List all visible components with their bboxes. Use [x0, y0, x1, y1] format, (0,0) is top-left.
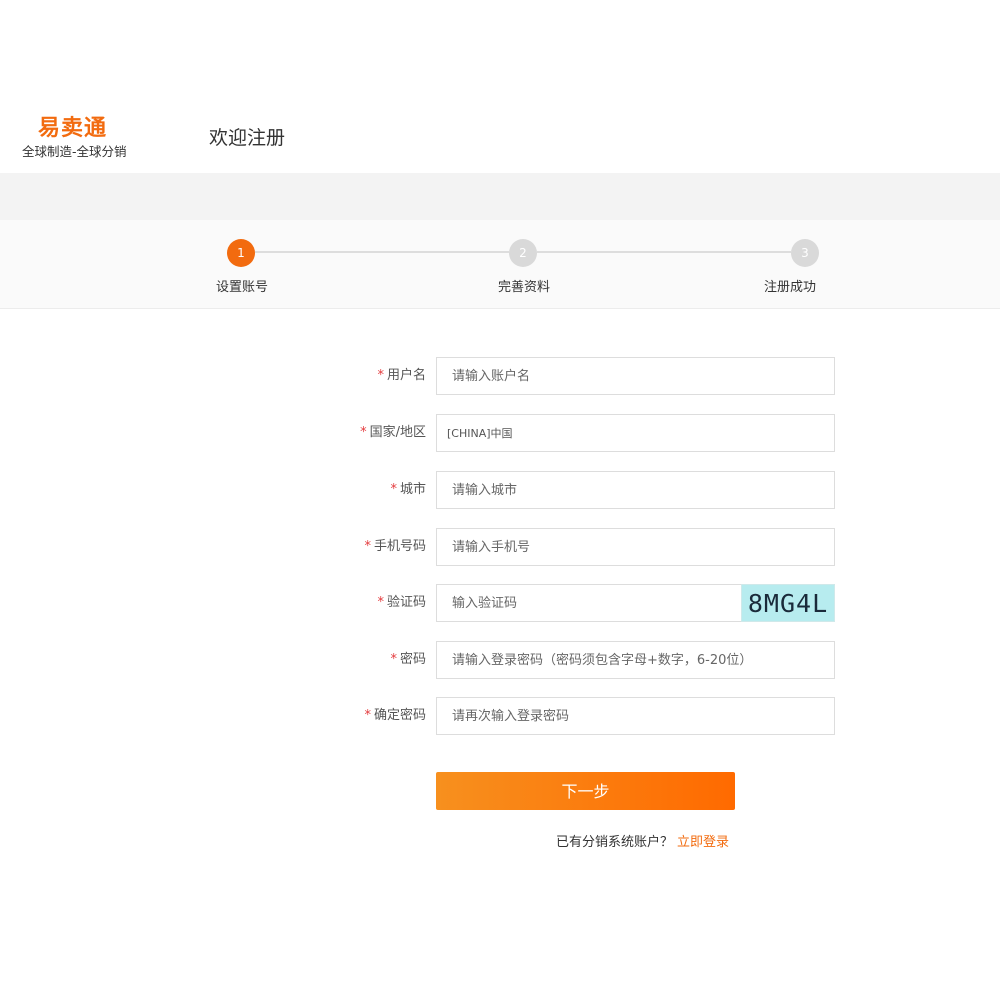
step-3-circle: 3	[791, 239, 819, 267]
password-row: * 密码	[0, 641, 1000, 679]
required-mark: *	[377, 595, 384, 610]
username-input[interactable]	[436, 357, 835, 395]
step-1-label: 设置账号	[215, 280, 268, 295]
required-mark: *	[377, 368, 384, 383]
captcha-label: * 验证码	[377, 584, 426, 622]
city-input[interactable]	[436, 471, 835, 509]
confirm-password-label: * 确定密码	[364, 697, 426, 735]
header: 易卖通 全球制造-全球分销 欢迎注册	[0, 0, 1000, 173]
required-mark: *	[364, 539, 371, 554]
step-2-circle: 2	[509, 239, 537, 267]
password-label: * 密码	[390, 641, 426, 679]
header-divider-band	[0, 173, 1000, 220]
username-label: * 用户名	[377, 357, 426, 395]
next-step-button[interactable]: 下一步	[436, 772, 735, 810]
step-2-label: 完善资料	[497, 280, 550, 295]
username-row: * 用户名	[0, 357, 1000, 395]
login-link[interactable]: 立即登录	[677, 835, 729, 850]
step-connector-2-3	[537, 251, 791, 253]
required-mark: *	[360, 425, 367, 440]
logo[interactable]: 易卖通 全球制造-全球分销	[22, 116, 152, 164]
country-input[interactable]	[436, 414, 835, 452]
captcha-input[interactable]	[436, 584, 741, 622]
captcha-label-text: 验证码	[386, 595, 426, 610]
captcha-row: *验证码 8MG4L	[0, 584, 1000, 622]
required-mark: *	[390, 652, 397, 667]
required-mark: *	[390, 482, 397, 497]
password-label-text: 密码	[399, 652, 426, 667]
step-3-label: 注册成功	[763, 280, 816, 295]
country-label: * 国家/地区	[360, 414, 426, 452]
login-prompt-text: 已有分销系统账户？	[556, 835, 674, 850]
password-input[interactable]	[436, 641, 835, 679]
required-mark: *	[364, 708, 371, 723]
step-connector-1-2	[255, 251, 509, 253]
confirm-password-input[interactable]	[436, 697, 835, 735]
logo-wordmark: 易卖通	[38, 116, 108, 141]
country-row: * 国家/地区	[0, 414, 1000, 452]
city-label-text: 城市	[399, 482, 426, 497]
phone-label: * 手机号码	[364, 528, 426, 566]
username-label-text: 用户名	[386, 368, 426, 383]
city-label: * 城市	[390, 471, 426, 509]
phone-row: * 手机号码	[0, 528, 1000, 566]
captcha-image[interactable]: 8MG4L	[741, 584, 835, 622]
step-1-circle: 1	[227, 239, 255, 267]
country-label-text: 国家/地区	[369, 425, 426, 440]
login-prompt: 已有分销系统账户？ 立即登录	[556, 834, 729, 852]
phone-input[interactable]	[436, 528, 835, 566]
confirm-password-row: * 确定密码	[0, 697, 1000, 735]
page-title: 欢迎注册	[209, 127, 286, 149]
confirm-password-label-text: 确定密码	[373, 708, 426, 723]
logo-tagline: 全球制造-全球分销	[22, 144, 127, 159]
phone-label-text: 手机号码	[373, 539, 426, 554]
city-row: * 城市	[0, 471, 1000, 509]
progress-steps: 1 设置账号 2 完善资料 3 注册成功	[0, 220, 1000, 309]
